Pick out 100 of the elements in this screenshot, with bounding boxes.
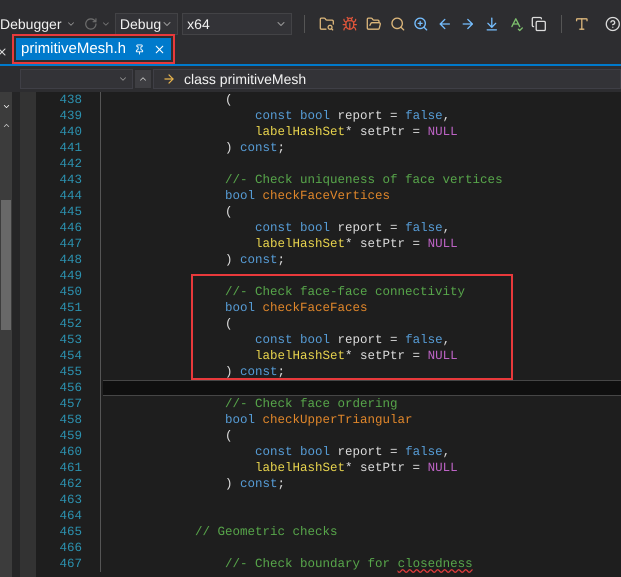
code-text: , [442,445,450,459]
line-number: 441 [58,140,83,156]
code-text: //- Check face-face connectivity [224,285,466,299]
code-text: report = [336,109,399,123]
file-tab[interactable]: primitiveMesh.h [16,38,172,60]
code-text: false [405,109,443,123]
code-text: * setPtr = [345,125,422,139]
code-text: closedness [398,557,473,571]
line-number: 458 [58,412,83,428]
code-text: report = [336,333,399,347]
code-text: ) [224,141,234,155]
code-text: ) [224,365,234,379]
code-text: report = [336,445,399,459]
line-number: 464 [58,508,83,524]
code-text: checkFaceVertices [262,189,390,203]
code-text: * setPtr = [345,237,422,251]
line-number: 465 [58,524,83,540]
pin-icon[interactable] [134,44,146,54]
code-text: NULL [428,237,458,251]
code-text: ; [278,141,286,155]
copy-icon[interactable] [531,16,547,32]
code-text: * setPtr = [345,349,422,363]
debugger-menu[interactable]: Debugger [0,14,76,34]
line-number: 439 [58,108,83,124]
code-text: false [405,221,443,235]
text-icon[interactable] [574,16,590,32]
code-text: labelHashSet [254,349,346,363]
line-number: 442 [58,156,83,172]
line-number: 461 [58,460,83,476]
code-text: ( [224,205,233,219]
code-text: report = [336,221,399,235]
code-text: ; [278,253,286,267]
code-text: * setPtr = [345,461,422,475]
code-text: checkUpperTriangular [262,413,413,427]
zoom-icon[interactable] [413,16,429,32]
line-number: 440 [58,124,83,140]
line-number: 463 [58,492,83,508]
line-number: 450 [58,284,83,300]
help-icon[interactable] [605,16,621,32]
scroll-up-icon[interactable] [2,121,10,130]
code-text: const [240,477,278,491]
bug-icon[interactable] [342,16,358,32]
line-number: 457 [58,396,83,412]
line-number: 454 [58,348,83,364]
line-number: 455 [58,364,83,380]
close-icon[interactable] [153,42,166,56]
code-text: ; [278,477,286,491]
line-number: 466 [58,540,83,556]
code-text: labelHashSet [254,461,346,475]
search-icon[interactable] [390,16,406,32]
code-text: NULL [428,461,458,475]
dropdown-caret-icon[interactable] [2,102,10,111]
code-text: const [240,141,278,155]
code-text: const [240,365,278,379]
line-number: 460 [58,444,83,460]
scrollbar-thumb[interactable] [1,200,11,330]
code-text: labelHashSet [254,237,346,251]
code-text: const bool [254,333,330,347]
code-text: const [240,253,278,267]
configuration-select[interactable]: Debug [114,13,178,35]
code-text: ( [224,93,233,107]
code-text: ; [278,365,286,379]
code-text: bool [224,413,256,427]
line-number: 444 [58,188,83,204]
code-text: ( [224,317,233,331]
code-text: NULL [428,125,458,139]
member-dropdown[interactable]: class primitiveMesh [153,69,621,89]
code-text: //- Check uniqueness of face vertices [224,173,503,187]
line-number: 448 [58,252,83,268]
download-icon[interactable] [484,16,500,32]
folder-search-icon[interactable] [318,16,334,32]
code-text: ) [224,253,234,267]
code-text: const bool [254,445,330,459]
code-text: labelHashSet [254,125,346,139]
code-text: const bool [254,109,330,123]
code-text: , [442,109,450,123]
line-number: 462 [58,476,83,492]
refresh-icon[interactable] [84,17,98,31]
folder-icon[interactable] [366,16,382,32]
arrow-right-icon [162,72,176,86]
line-number: 456 [58,380,83,396]
code-text: NULL [428,349,458,363]
line-number: 452 [58,316,83,332]
platform-select[interactable]: x64 [182,13,292,35]
line-number: 438 [58,92,83,108]
line-number: 459 [58,428,83,444]
line-number: 443 [58,172,83,188]
code-text: bool [224,301,256,315]
line-number: 453 [58,332,83,348]
code-text: const bool [254,221,330,235]
code-text: , [442,221,450,235]
line-number: 445 [58,204,83,220]
code-text: false [405,445,443,459]
line-number: 446 [58,220,83,236]
line-number: 447 [58,236,83,252]
code-text: //- Check boundary for [224,557,392,571]
line-number: 451 [58,300,83,316]
code-text: false [405,333,443,347]
code-text: ) [224,477,234,491]
code-text: //- Check face ordering [224,397,398,411]
